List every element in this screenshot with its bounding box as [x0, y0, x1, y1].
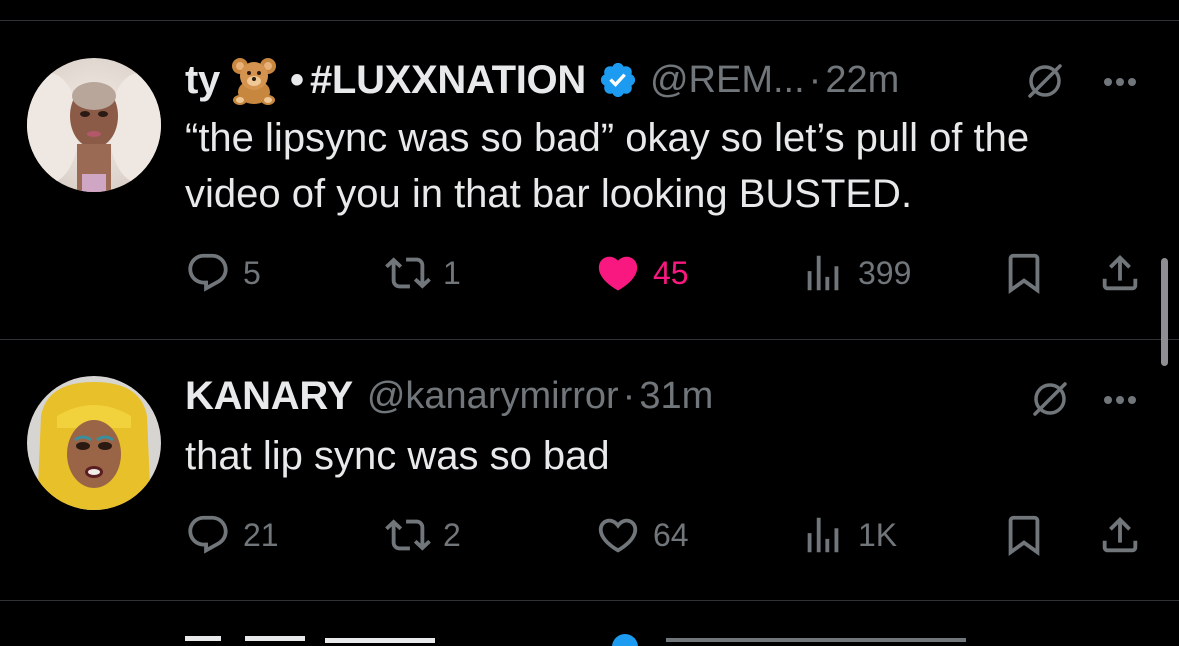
reply-icon	[188, 515, 228, 554]
like-button[interactable]: 64	[595, 510, 689, 560]
repost-icon	[385, 519, 431, 551]
display-name[interactable]: ty	[185, 58, 220, 103]
tweet-header: KANARY @kanarymirror · 31m	[185, 372, 1145, 420]
top-divider	[0, 20, 1179, 21]
tweet-divider	[0, 339, 1179, 340]
repost-count: 1	[443, 254, 461, 291]
tweet-text-line: “the lipsync was so bad” okay so let’s p…	[185, 116, 1030, 160]
like-button[interactable]: 45	[595, 248, 689, 298]
tweet-content: KANARY @kanarymirror · 31m that lip sync…	[185, 372, 1159, 592]
handle[interactable]: @kanarymirror	[367, 375, 619, 418]
timeline: ty • #LUXXNATION @REM... · 22m “the lips…	[0, 0, 1179, 646]
repost-icon	[385, 257, 431, 289]
tweet-text-line: video of you in that bar looking BUSTED.	[185, 172, 913, 216]
views-button[interactable]: 399	[800, 248, 911, 298]
reply-count: 5	[243, 254, 261, 291]
bookmark-icon	[1008, 515, 1040, 556]
reply-button[interactable]: 5	[185, 248, 261, 298]
grok-icon[interactable]	[1027, 376, 1073, 422]
name-separator: •	[289, 57, 304, 102]
teddy-bear-emoji-icon	[228, 54, 280, 106]
display-name-suffix[interactable]: #LUXXNATION	[310, 58, 586, 103]
like-count: 64	[653, 516, 689, 553]
tweet-header: ty • #LUXXNATION @REM... · 22m	[185, 54, 1145, 106]
reply-button[interactable]: 21	[185, 510, 279, 560]
views-button[interactable]: 1K	[800, 510, 897, 560]
reply-icon	[188, 253, 228, 292]
action-bar: 21 2 64 1K	[185, 510, 1155, 560]
share-button[interactable]	[1097, 248, 1143, 298]
verified-badge-icon[interactable]	[598, 60, 638, 100]
repost-count: 2	[443, 516, 461, 553]
timestamp[interactable]: 31m	[639, 375, 713, 418]
avatar[interactable]	[27, 376, 161, 510]
time-separator: ·	[622, 374, 636, 417]
tweet-1[interactable]: ty • #LUXXNATION @REM... · 22m “the lips…	[0, 56, 1179, 336]
views-count: 1K	[858, 516, 898, 553]
bookmark-icon	[1008, 253, 1040, 294]
time-separator: ·	[808, 58, 822, 101]
handle[interactable]: @REM...	[650, 59, 805, 102]
tweet-text-line: that lip sync was so bad	[185, 434, 610, 478]
action-bar: 5 1 45 399	[185, 248, 1155, 298]
tweet-text: that lip sync was so bad	[185, 428, 610, 484]
repost-button[interactable]: 1	[385, 248, 461, 298]
avatar[interactable]	[27, 58, 161, 192]
views-count: 399	[858, 254, 912, 291]
bookmark-button[interactable]	[1001, 510, 1047, 560]
like-icon	[598, 256, 638, 291]
timestamp[interactable]: 22m	[825, 59, 899, 102]
views-icon	[807, 255, 839, 291]
reply-count: 21	[243, 516, 279, 553]
more-icon[interactable]	[1103, 392, 1137, 404]
tweet-content: ty • #LUXXNATION @REM... · 22m “the lips…	[185, 56, 1159, 336]
repost-button[interactable]: 2	[385, 510, 461, 560]
tweet-2[interactable]: KANARY @kanarymirror · 31m that lip sync…	[0, 372, 1179, 592]
share-button[interactable]	[1097, 510, 1143, 560]
views-icon	[807, 517, 839, 553]
tweet-text: “the lipsync was so bad” okay so let’s p…	[185, 110, 1029, 222]
bookmark-button[interactable]	[1001, 248, 1047, 298]
scrollbar[interactable]	[1161, 258, 1168, 366]
next-tweet-partial[interactable]	[0, 632, 1179, 646]
like-icon	[598, 518, 638, 553]
share-icon	[1102, 254, 1138, 291]
more-icon[interactable]	[1103, 74, 1137, 86]
share-icon	[1102, 516, 1138, 553]
tweet-divider	[0, 600, 1179, 601]
like-count: 45	[653, 254, 689, 291]
grok-icon[interactable]	[1022, 58, 1068, 104]
display-name[interactable]: KANARY	[185, 374, 353, 419]
